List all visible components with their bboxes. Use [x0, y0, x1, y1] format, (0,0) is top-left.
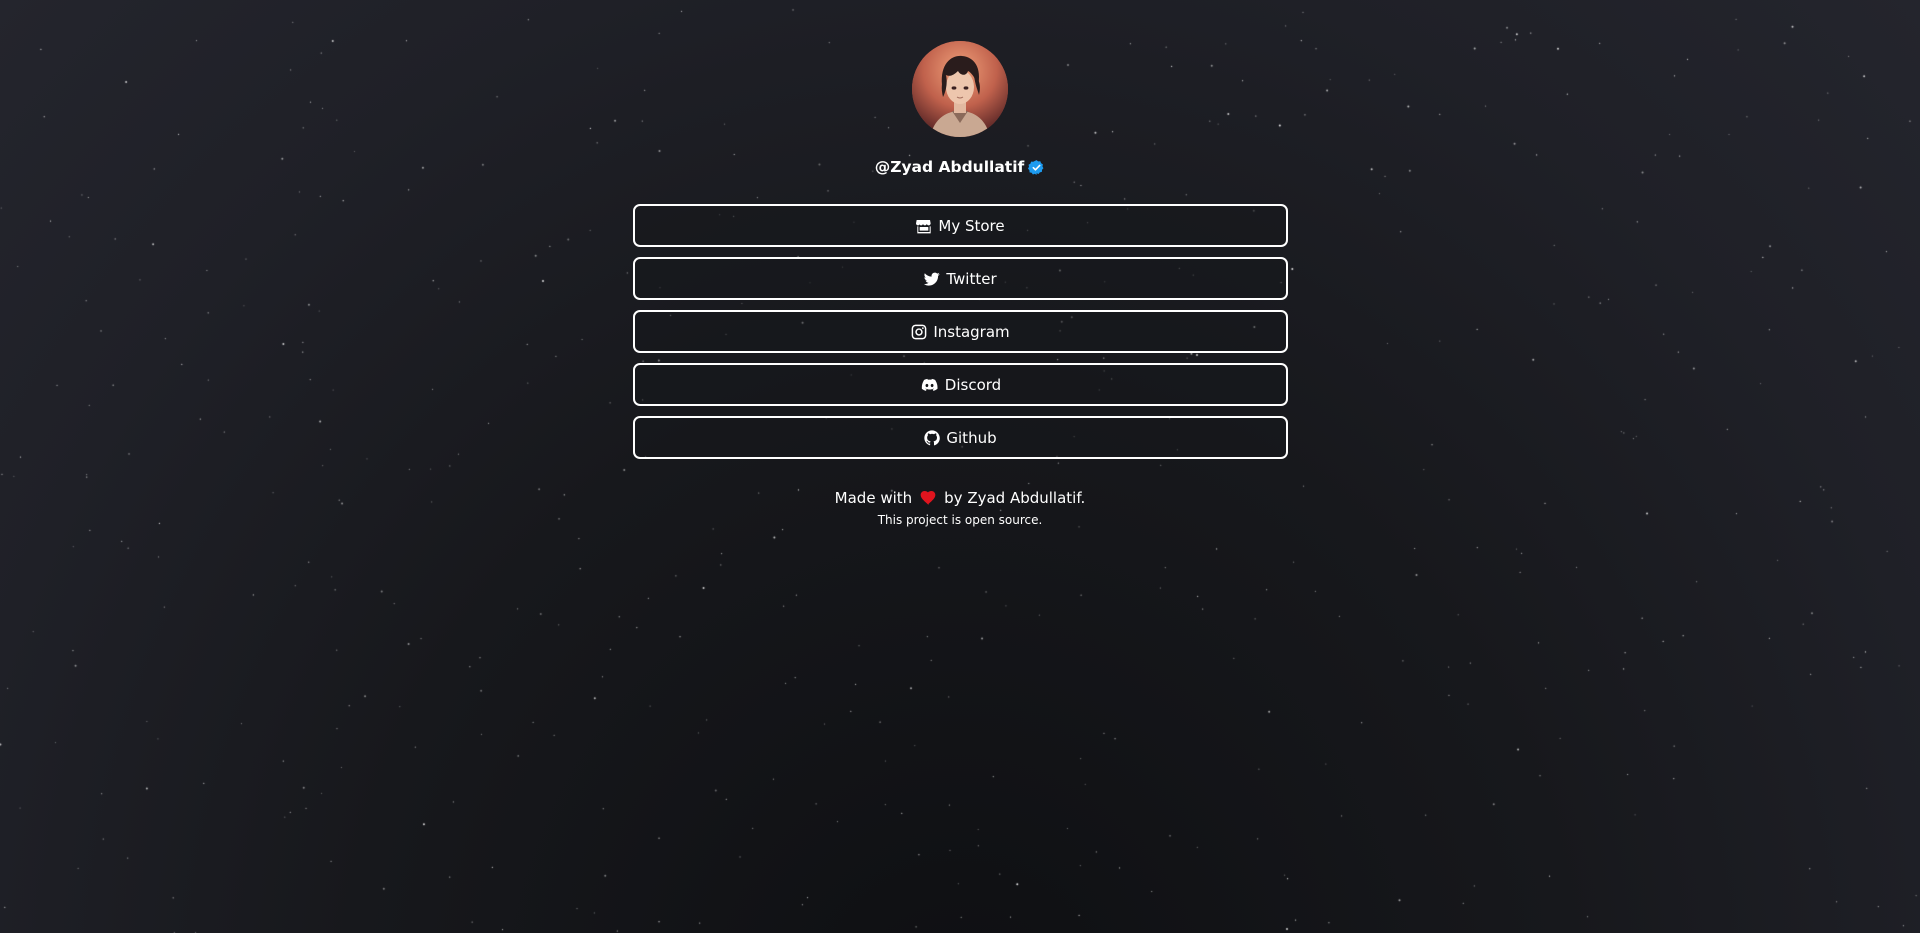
discord-button[interactable]: Discord: [633, 363, 1288, 406]
twitter-label: Twitter: [946, 269, 997, 288]
link-list: My Store Twitter Instagram Discord Githu…: [633, 204, 1288, 469]
verified-badge-icon: [1028, 159, 1045, 176]
footer-open-source: This project is open source.: [877, 513, 1043, 527]
instagram-label: Instagram: [933, 322, 1010, 341]
github-button[interactable]: Github: [633, 416, 1288, 459]
footer-by-author: by Zyad Abdullatif.: [944, 489, 1086, 507]
page: @Zyad Abdullatif My Store Twitter Instag…: [0, 0, 1920, 933]
my-store-label: My Store: [938, 216, 1005, 235]
username: @Zyad Abdullatif: [874, 158, 1025, 176]
twitter-button[interactable]: Twitter: [633, 257, 1288, 300]
my-store-button[interactable]: My Store: [633, 204, 1288, 247]
avatar-portrait: [912, 41, 1008, 137]
github-icon: [924, 429, 941, 446]
footer-credit: Made with by Zyad Abdullatif.: [0, 487, 1920, 509]
github-label: Github: [946, 428, 997, 447]
footer-made-with: Made with: [834, 489, 913, 507]
twitter-icon: [924, 271, 941, 287]
store-icon: [916, 218, 932, 234]
heart-icon: [920, 491, 936, 505]
avatar: [912, 41, 1008, 137]
discord-icon: [920, 377, 939, 393]
profile-header: @Zyad Abdullatif: [0, 155, 1920, 179]
instagram-icon: [911, 324, 927, 340]
instagram-button[interactable]: Instagram: [633, 310, 1288, 353]
discord-label: Discord: [944, 375, 1002, 394]
